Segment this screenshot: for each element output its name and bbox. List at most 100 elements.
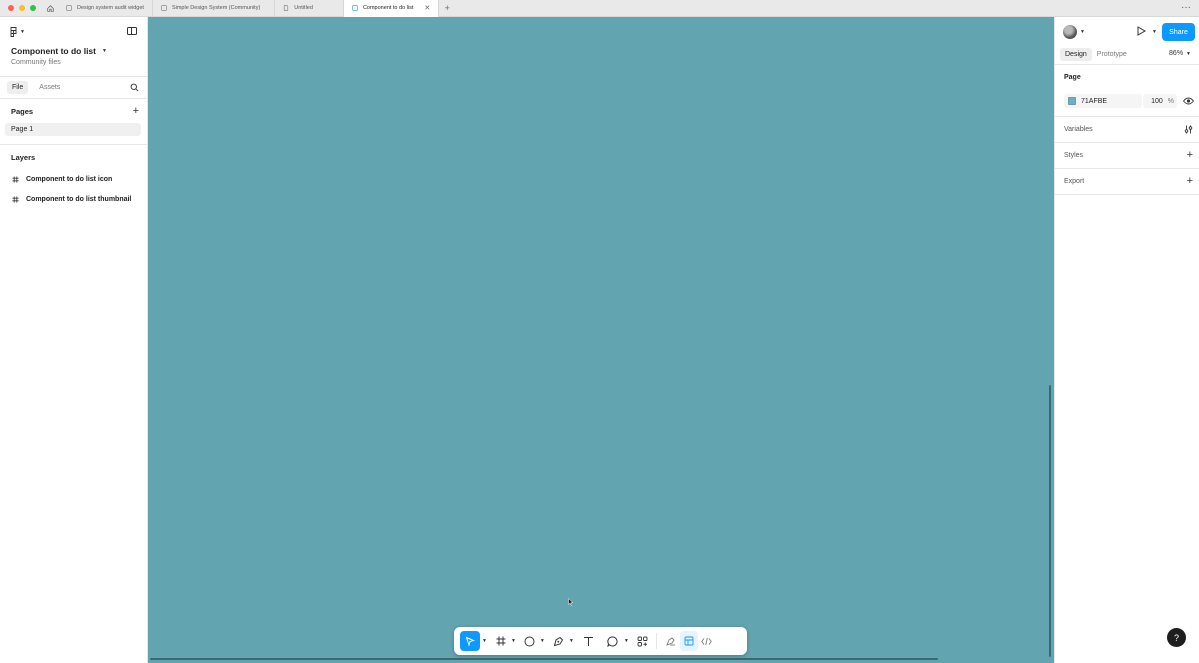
move-tool[interactable]: [460, 631, 480, 651]
chevron-down-icon[interactable]: ▼: [482, 638, 487, 644]
chevron-down-icon[interactable]: ▼: [624, 638, 629, 644]
home-icon: [46, 4, 54, 12]
maximize-window-button[interactable]: [30, 5, 36, 11]
tab-design[interactable]: Design: [1060, 48, 1092, 61]
eye-icon[interactable]: [1183, 97, 1194, 105]
tab-prototype[interactable]: Prototype: [1092, 48, 1132, 61]
draw-icon: [665, 637, 675, 646]
export-header[interactable]: Export +: [1055, 169, 1199, 194]
design-prototype-tabs: Design Prototype 86% ▼: [1055, 45, 1199, 65]
play-icon[interactable]: [1137, 26, 1146, 36]
design-mode-icon: [684, 636, 694, 646]
close-tab-icon[interactable]: ✕: [424, 4, 430, 12]
tab-untitled[interactable]: Untitled: [275, 0, 344, 17]
help-button[interactable]: ?: [1167, 628, 1186, 647]
page-opacity-value: 100: [1151, 97, 1163, 105]
chevron-down-icon[interactable]: ▼: [511, 638, 516, 644]
layer-item[interactable]: Component to do list thumbnail: [0, 189, 147, 209]
page-section: Page 71AFBE 100 %: [1055, 65, 1199, 117]
tab-design-system-audit-widget[interactable]: Design system audit widget: [58, 0, 153, 17]
percent-sign: %: [1167, 97, 1174, 105]
tab-label: Untitled: [294, 5, 313, 11]
actions-tool[interactable]: [635, 631, 651, 651]
right-header: ▼ ▼ Share: [1055, 17, 1199, 45]
text-icon: [584, 636, 594, 646]
file-assets-tabs: File Assets: [0, 77, 147, 99]
page-opacity-field[interactable]: 100 %: [1143, 94, 1177, 108]
export-label: Export: [1064, 178, 1085, 185]
code-icon: [701, 637, 713, 645]
right-sidebar: ▼ ▼ Share Design Prototype 86% ▼ Page 71…: [1054, 17, 1199, 663]
shape-tool[interactable]: [522, 631, 538, 651]
draw-tool[interactable]: [662, 631, 680, 651]
chevron-down-icon[interactable]: ▼: [540, 638, 545, 644]
add-export-icon[interactable]: +: [1187, 176, 1193, 187]
window-controls: [0, 5, 42, 11]
page-color-field[interactable]: 71AFBE: [1064, 94, 1142, 108]
chevron-down-icon: ▼: [102, 48, 107, 54]
toggle-sidebar-icon[interactable]: [127, 27, 137, 35]
styles-label: Styles: [1064, 152, 1084, 159]
home-tab[interactable]: [42, 0, 58, 17]
ellipse-icon: [524, 636, 535, 646]
canvas[interactable]: [148, 17, 1054, 663]
frame-icon: [496, 636, 506, 646]
chevron-down-icon[interactable]: ▼: [1080, 29, 1085, 35]
minimize-window-button[interactable]: [19, 5, 25, 11]
dev-mode-toggle[interactable]: [698, 631, 716, 651]
styles-header[interactable]: Styles +: [1055, 143, 1199, 168]
styles-section: Styles +: [1055, 143, 1199, 169]
chevron-down-icon[interactable]: ▼: [569, 638, 574, 644]
layer-label: Component to do list icon: [26, 175, 113, 183]
layers-heading: Layers: [11, 152, 36, 162]
color-swatch[interactable]: [1068, 97, 1076, 105]
more-options-icon[interactable]: ···: [1181, 2, 1191, 13]
tab-label: Component to do list: [362, 5, 414, 11]
layers-header: Layers: [0, 145, 147, 169]
community-file-icon: [161, 5, 167, 11]
share-button[interactable]: Share: [1162, 23, 1195, 41]
frame-tool[interactable]: [493, 631, 509, 651]
zoom-dropdown[interactable]: 86% ▼: [1169, 50, 1191, 57]
add-page-icon[interactable]: +: [133, 105, 139, 117]
layer-label: Component to do list thumbnail: [26, 195, 132, 203]
figma-logo-icon: [10, 27, 17, 37]
variables-header[interactable]: Variables: [1055, 117, 1199, 142]
layer-item[interactable]: Component to do list icon: [0, 169, 147, 189]
main-menu-button[interactable]: ▼: [10, 27, 25, 37]
community-file-icon: [352, 5, 358, 11]
horizontal-scrollbar[interactable]: [150, 658, 938, 660]
add-style-icon[interactable]: +: [1187, 150, 1193, 161]
tab-assets[interactable]: Assets: [34, 81, 65, 94]
tab-file[interactable]: File: [7, 81, 29, 94]
close-window-button[interactable]: [8, 5, 14, 11]
chevron-down-icon: ▼: [1186, 50, 1191, 57]
page-section-header: Page: [1055, 65, 1199, 90]
tab-label: Simple Design System (Community): [171, 5, 261, 11]
comment-tool[interactable]: [604, 631, 622, 651]
page-item[interactable]: Page 1: [5, 123, 141, 136]
tab-label: Design system audit widget: [77, 5, 144, 11]
tab-simple-design-system[interactable]: Simple Design System (Community): [153, 0, 276, 17]
avatar[interactable]: [1063, 25, 1077, 39]
comment-icon: [607, 635, 618, 647]
page-color-hex: 71AFBE: [1081, 97, 1108, 105]
design-mode-toggle[interactable]: [679, 631, 698, 651]
search-icon[interactable]: [130, 83, 139, 92]
file-title[interactable]: Component to do list ▼: [11, 46, 107, 56]
zoom-value: 86%: [1169, 50, 1184, 57]
text-tool[interactable]: [580, 631, 598, 651]
chevron-down-icon[interactable]: ▼: [1152, 29, 1157, 35]
new-tab-button[interactable]: +: [439, 3, 455, 13]
variables-settings-icon[interactable]: [1184, 125, 1193, 134]
vertical-scrollbar[interactable]: [1049, 385, 1051, 657]
community-file-icon: [66, 5, 72, 11]
page-heading: Page: [1064, 74, 1081, 81]
pen-tool[interactable]: [551, 631, 567, 651]
tab-component-to-do-list[interactable]: Component to do list ✕: [343, 0, 440, 17]
file-subtitle: Community files: [11, 59, 61, 66]
variables-section: Variables: [1055, 117, 1199, 143]
variables-label: Variables: [1064, 126, 1093, 133]
frame-icon: [12, 175, 19, 183]
pen-icon: [554, 636, 564, 646]
